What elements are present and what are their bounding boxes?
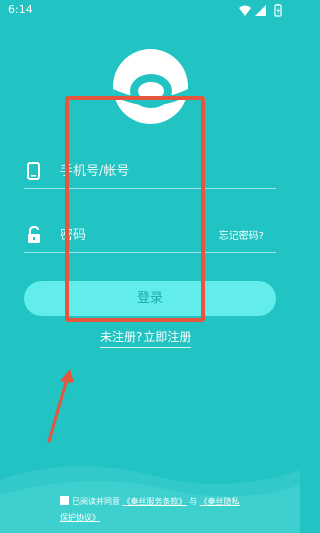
annotation-arrow	[47, 369, 74, 443]
app-logo	[113, 49, 188, 124]
password-input[interactable]	[60, 223, 210, 247]
login-button[interactable]: 登录	[24, 281, 276, 316]
agreement-text: 已阅读并同意 《秦丝服务条款》 与 《秦丝隐私保护协议》	[60, 494, 242, 526]
status-bar: 6:14	[0, 0, 300, 22]
password-field-underline	[24, 252, 276, 253]
terms-link[interactable]: 《秦丝服务条款》	[123, 497, 187, 506]
password-field-row: 忘记密码?	[24, 217, 276, 253]
signal-icon	[255, 5, 266, 16]
phone-field-underline	[24, 188, 276, 189]
agreement-prefix: 已阅读并同意	[72, 497, 120, 506]
register-link[interactable]: 未注册?立即注册	[100, 328, 192, 348]
phone-account-input[interactable]	[60, 159, 210, 183]
phone-icon	[27, 162, 40, 180]
wifi-icon	[239, 5, 251, 16]
register-action[interactable]: 立即注册	[143, 330, 191, 344]
phone-field-row	[24, 153, 276, 189]
agreement-conjunction: 与	[189, 497, 198, 506]
lock-icon	[28, 226, 40, 243]
forgot-password-link[interactable]: 忘记密码?	[219, 227, 264, 242]
logo-mark-icon	[113, 74, 188, 108]
battery-icon	[274, 4, 282, 17]
agree-checkbox[interactable]	[60, 496, 69, 505]
register-prompt: 未注册?	[100, 330, 143, 344]
status-time: 6:14	[8, 3, 33, 16]
status-icons	[239, 4, 282, 17]
